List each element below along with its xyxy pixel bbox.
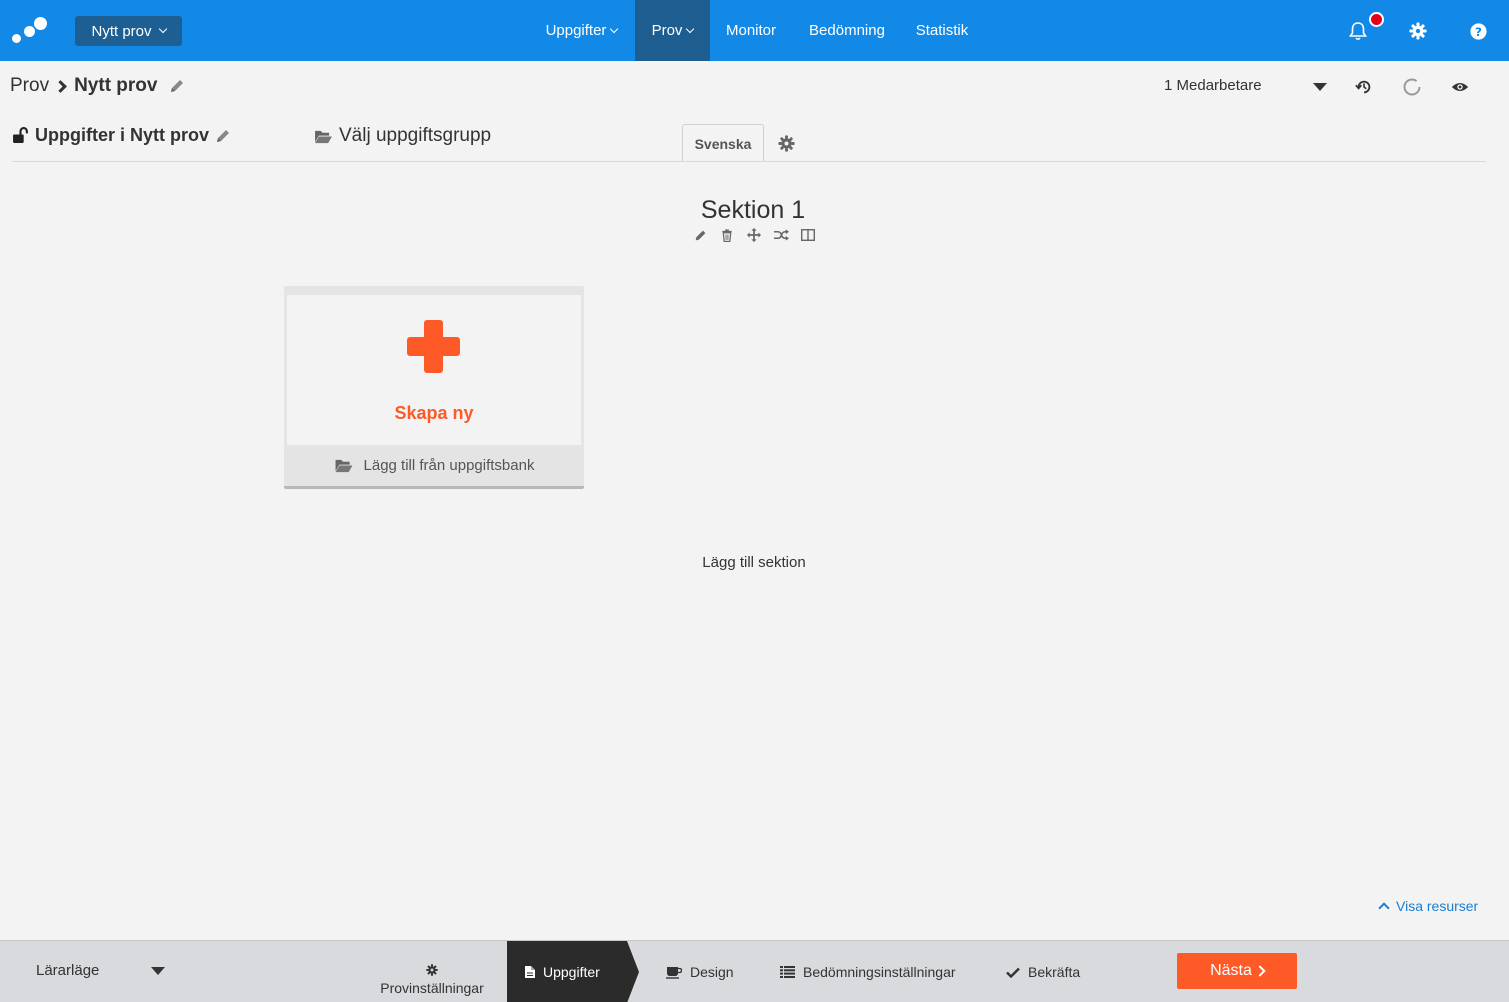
gear-icon[interactable] bbox=[771, 128, 801, 158]
nav-uppgifter[interactable]: Uppgifter bbox=[528, 0, 635, 61]
pick-group-label: Välj uppgiftsgrupp bbox=[339, 125, 492, 146]
show-resources-label: Visa resurser bbox=[1396, 898, 1479, 914]
folder-open-icon bbox=[314, 129, 333, 144]
gear-icon bbox=[426, 964, 438, 976]
step-design[interactable]: Design bbox=[666, 941, 734, 1002]
app-logo[interactable] bbox=[12, 17, 48, 45]
list-icon bbox=[780, 966, 795, 978]
section-toolbar bbox=[691, 227, 817, 243]
pick-task-group-button[interactable]: Välj uppgiftsgrupp bbox=[314, 125, 491, 147]
nav-prov[interactable]: Prov bbox=[635, 0, 710, 61]
trash-icon[interactable] bbox=[718, 227, 736, 243]
document-icon bbox=[525, 966, 535, 978]
gear-icon[interactable] bbox=[1403, 16, 1433, 46]
next-label: Nästa bbox=[1210, 962, 1252, 979]
eye-icon[interactable] bbox=[1445, 72, 1475, 102]
top-navbar: Nytt prov Uppgifter Prov Monitor Bedömni… bbox=[0, 0, 1509, 61]
test-menu-label: Nytt prov bbox=[91, 22, 152, 40]
caret-down-icon[interactable] bbox=[1313, 83, 1327, 91]
nav-bedomning[interactable]: Bedömning bbox=[792, 0, 902, 61]
cup-icon bbox=[666, 966, 682, 979]
nav-statistik[interactable]: Statistik bbox=[902, 0, 982, 61]
unlock-icon[interactable] bbox=[12, 127, 29, 144]
pencil-icon[interactable] bbox=[215, 128, 231, 144]
bottom-step-bar: Lärarläge Provinställningar Uppgifter De… bbox=[0, 940, 1509, 1002]
pencil-icon[interactable] bbox=[691, 227, 709, 243]
create-new-label: Skapa ny bbox=[394, 403, 474, 423]
step-confirm[interactable]: Bekräfta bbox=[1006, 941, 1080, 1002]
add-from-bank-button[interactable]: Lägg till från uppgiftsbank bbox=[284, 446, 584, 484]
section-title: Sektion 1 bbox=[700, 196, 806, 224]
tab-language-svenska[interactable]: Svenska bbox=[682, 124, 764, 162]
nav-label: Monitor bbox=[725, 22, 777, 39]
page-title: Nytt prov bbox=[74, 75, 158, 96]
add-from-bank-label: Lägg till från uppgiftsbank bbox=[363, 456, 535, 474]
move-icon[interactable] bbox=[745, 227, 763, 243]
check-icon bbox=[1006, 967, 1020, 978]
chevron-right-icon bbox=[54, 79, 67, 93]
step-label: Uppgifter bbox=[543, 964, 600, 980]
shuffle-icon[interactable] bbox=[772, 227, 790, 243]
pencil-icon[interactable] bbox=[169, 78, 185, 94]
chevron-up-icon bbox=[1378, 902, 1390, 914]
caret-down-icon[interactable] bbox=[151, 967, 165, 975]
spinner-icon bbox=[1397, 72, 1427, 102]
plus-icon bbox=[407, 320, 460, 373]
divider bbox=[12, 161, 1486, 162]
tasks-title-text: Uppgifter i Nytt prov bbox=[35, 125, 209, 145]
step-label: Bekräfta bbox=[1028, 964, 1081, 980]
help-icon[interactable]: ? bbox=[1463, 16, 1493, 46]
language-tab-label: Svenska bbox=[694, 135, 752, 152]
step-label: Design bbox=[690, 964, 734, 980]
columns-icon[interactable] bbox=[799, 227, 817, 243]
step-grading-settings[interactable]: Bedömningsinställningar bbox=[780, 941, 956, 1002]
next-button[interactable]: Nästa bbox=[1177, 953, 1297, 989]
chevron-down-icon bbox=[686, 24, 695, 33]
step-label: Provinställningar bbox=[380, 980, 484, 996]
nav-monitor[interactable]: Monitor bbox=[710, 0, 792, 61]
create-new-button[interactable]: Skapa ny bbox=[287, 295, 581, 445]
chevron-down-icon bbox=[610, 24, 619, 33]
breadcrumb-root[interactable]: Prov bbox=[10, 75, 49, 97]
step-label: Bedömningsinställningar bbox=[803, 964, 956, 980]
mode-select-label[interactable]: Lärarläge bbox=[36, 962, 99, 979]
svg-text:?: ? bbox=[1475, 24, 1482, 38]
add-section-button[interactable]: Lägg till sektion bbox=[600, 554, 908, 571]
nav-label: Uppgifter bbox=[545, 22, 607, 39]
nav-label: Prov bbox=[651, 22, 683, 39]
collaborators-label[interactable]: 1 Medarbetare bbox=[1164, 77, 1262, 94]
nav-label: Statistik bbox=[915, 22, 969, 39]
folder-open-icon bbox=[334, 458, 354, 473]
chevron-down-icon bbox=[158, 24, 167, 34]
show-resources-link[interactable]: Visa resurser bbox=[1378, 898, 1479, 914]
notification-dot bbox=[1369, 12, 1384, 27]
test-menu-dropdown[interactable]: Nytt prov bbox=[75, 16, 182, 46]
nav-label: Bedömning bbox=[809, 22, 885, 39]
step-tasks[interactable]: Uppgifter bbox=[507, 941, 639, 1002]
tasks-title: Uppgifter i Nytt prov bbox=[12, 125, 231, 146]
step-test-settings[interactable]: Provinställningar bbox=[370, 941, 494, 1002]
breadcrumb: Prov Nytt prov bbox=[10, 75, 185, 97]
create-task-card: Skapa ny Lägg till från uppgiftsbank bbox=[284, 286, 584, 489]
history-icon[interactable] bbox=[1349, 72, 1379, 102]
chevron-right-icon bbox=[1254, 965, 1266, 977]
